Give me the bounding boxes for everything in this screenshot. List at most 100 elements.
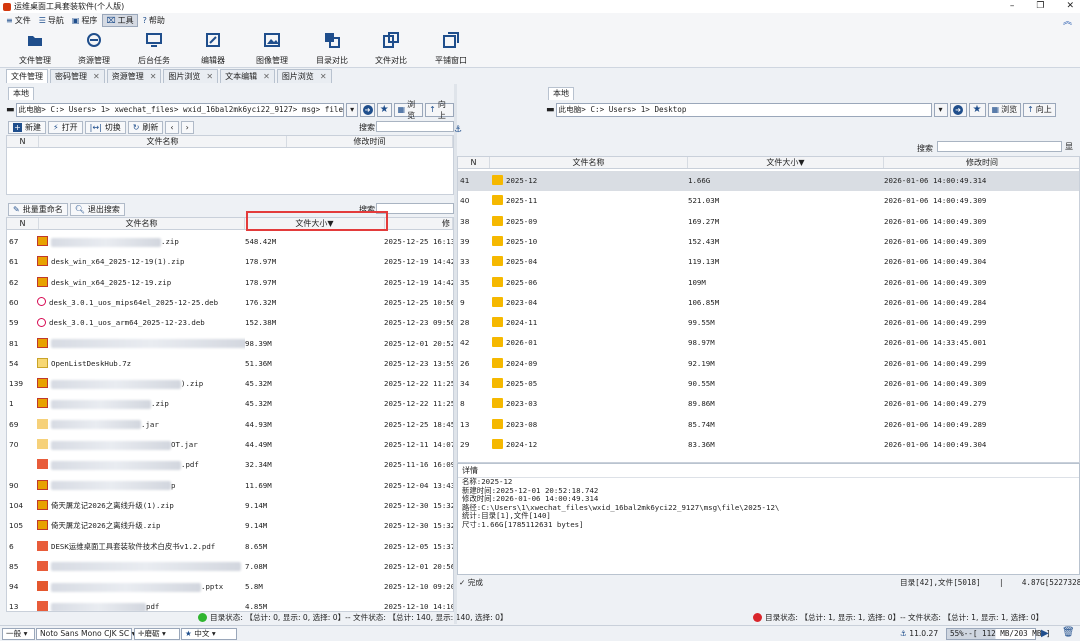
table-row[interactable]: 94 .pptx 5.8M 2025-12-10 09:20:5 [7,577,453,597]
table-row[interactable]: 13 2023-08 85.74M 2026-01-06 14:00:49.289 [458,415,1079,435]
menu-item-3[interactable]: ⌧ 工具 [102,14,138,27]
close-tab-icon[interactable]: ✕ [263,70,270,83]
table-row[interactable]: 42 2026-01 98.97M 2026-01-06 14:33:45.001 [458,333,1079,353]
refresh-button[interactable]: ↻ 刷新 [127,120,164,134]
right-col-n[interactable]: N [458,157,490,168]
right-search-button[interactable]: 显 [1065,141,1073,152]
table-row[interactable]: 104 倚天屠龙记2026之离线升级(1).zip 9.14M 2025-12-30 … [7,496,453,516]
doc-tab-5[interactable]: 图片浏览 ✕ [276,69,332,83]
file-col-n[interactable]: N [7,218,39,229]
favorite-icon[interactable]: ★ [376,102,392,117]
doc-tab-0[interactable]: 文件管理 [6,69,48,83]
table-row[interactable]: 33 2025-04 119.13M 2026-01-06 14:00:49.304 [458,252,1079,272]
ribbon-button-0[interactable]: 文件管理 [5,31,65,66]
table-row[interactable]: 60 desk_3.0.1_uos_mips64el_2025-12-25.deb… [7,293,453,313]
collapse-ribbon-icon[interactable]: ︽ [1063,14,1072,27]
close-tab-icon[interactable]: ✕ [93,70,100,83]
left-dir-search-input[interactable] [376,121,454,132]
favorite-icon[interactable]: ★ [968,102,986,117]
new-button[interactable]: + 新建 [8,120,46,134]
doc-tab-2[interactable]: 资源管理 ✕ [106,69,162,83]
minimize-icon[interactable]: – [1010,0,1015,12]
maximize-icon[interactable]: ❐ [1036,0,1044,12]
right-col-mtime[interactable]: 修改时间 [884,157,1079,168]
forward-button[interactable]: › [180,120,194,134]
ribbon-button-7[interactable]: 平铺窗口 [421,31,481,66]
left-path-field[interactable]: 此电脑> C:> Users> 1> xwechat_files> wxid_1… [15,102,345,117]
language-select[interactable]: ★ 中文 ▾ [181,628,237,640]
ribbon-button-4[interactable]: 图像管理 [242,31,302,66]
right-search-input[interactable] [937,141,1062,152]
dir-col-mtime[interactable]: 修改时间 [287,136,453,147]
path-dropdown-icon[interactable]: ▾ [933,102,948,117]
close-icon[interactable]: ✕ [1066,0,1074,12]
table-row[interactable]: 41 2025-12 1.66G 2026-01-06 14:00:49.314 [458,171,1079,191]
right-col-name[interactable]: 文件名称 [490,157,688,168]
play-icon[interactable]: ▶ [1041,628,1055,640]
table-row[interactable]: 34 2025-05 90.55M 2026-01-06 14:00:49.309 [458,374,1079,394]
right-col-size[interactable]: 文件大小▼ [688,157,884,168]
close-tab-icon[interactable]: ✕ [206,70,213,83]
switch-button[interactable]: |↔| 切换 [84,120,126,134]
table-row[interactable]: 81 98.39M 2025-12-01 20:52:2 [7,334,453,354]
doc-tab-4[interactable]: 文本编辑 ✕ [220,69,275,83]
table-row[interactable]: 67 .zip 548.42M 2025-12-25 16:13:0 [7,232,453,252]
ribbon-button-2[interactable]: 后台任务 [124,31,184,66]
doc-tab-1[interactable]: 密码管理 ✕ [50,69,105,83]
table-row[interactable]: 26 2024-09 92.19M 2026-01-06 14:00:49.299 [458,354,1079,374]
left-browse-button[interactable]: ▦ 浏览 [393,100,424,120]
doc-tab-3[interactable]: 图片浏览 ✕ [163,69,219,83]
table-row[interactable]: 69 .jar 44.93M 2025-12-25 18:45:3 [7,415,453,435]
file-col-name[interactable]: 文件名称 [39,218,245,229]
table-row[interactable]: 139).zip 45.32M 2025-12-22 11:25:3 [7,374,453,394]
back-button[interactable]: ‹ [165,120,179,134]
table-row[interactable]: 54 OpenListDeskHub.7z 51.36M 2025-12-23 13:… [7,354,453,374]
table-row[interactable]: 13 pdf 4.85M 2025-12-10 14:10:3 [7,597,453,611]
trash-icon[interactable]: 🗑︎ [1062,627,1076,641]
table-row[interactable]: 40 2025-11 521.03M 2026-01-06 14:00:49.309 [458,191,1079,211]
right-browse-button[interactable]: ▦ 浏览 [987,102,1022,117]
table-row[interactable]: 39 2025-10 152.43M 2026-01-06 14:00:49.309 [458,232,1079,252]
go-icon[interactable]: ➜ [360,102,375,117]
ribbon-button-3[interactable]: 编辑器 [183,31,243,66]
ribbon-button-6[interactable]: 文件对比 [361,31,421,66]
table-row[interactable]: 90 p 11.69M 2025-12-04 13:43:0 [7,476,453,496]
table-row[interactable]: 8 2023-03 89.86M 2026-01-06 14:00:49.279 [458,394,1079,414]
batch-rename-button[interactable]: ✎ 批量重命名 [8,202,68,216]
menu-item-2[interactable]: ▣ 程序 [69,14,101,27]
menu-item-4[interactable]: ? 帮助 [140,14,168,27]
table-row[interactable]: 35 2025-06 109M 2026-01-06 14:00:49.309 [458,273,1079,293]
path-dropdown-icon[interactable]: ▾ [346,102,359,117]
ribbon-button-1[interactable]: 资源管理 [64,31,124,66]
menu-item-1[interactable]: ☰ 导航 [36,14,67,27]
exit-search-button[interactable]: 🔍︎ 退出搜索 [69,202,125,216]
ribbon-button-5[interactable]: 目录对比 [302,31,362,66]
go-icon[interactable]: ➜ [949,102,967,117]
right-up-button[interactable]: ↑ 向上 [1023,102,1056,117]
table-row[interactable]: 6 DESK运维桌面工具套装软件技术白皮书v1.2.pdf 8.65M 2025-12… [7,537,453,557]
table-row[interactable]: 105 倚天屠龙记2026之离线升级.zip 9.14M 2025-12-30 15:… [7,516,453,536]
left-local-tab[interactable]: 本地 [8,87,34,100]
theme-select[interactable]: ✚磨砺 ▾ [134,628,180,640]
mode-select[interactable]: 一般 ▾ [2,628,35,640]
table-row[interactable]: 61 desk_win_x64_2025-12-19(1).zip 178.97M 2… [7,252,453,272]
right-path-field[interactable]: 此电脑> C:> Users> 1> Desktop [555,102,932,117]
dir-col-n[interactable]: N [7,136,39,147]
menu-item-0[interactable]: ≡ 文件 [3,14,34,27]
table-row[interactable]: 59 desk_3.0.1_uos_arm64_2025-12-23.deb 152… [7,313,453,333]
font-select[interactable]: Noto Sans Mono CJK SC ▾ [36,628,135,640]
table-row[interactable]: 85 7.08M 2025-12-01 20:56:3 [7,557,453,577]
table-row[interactable]: 70 OT.jar 44.49M 2025-12-11 14:07:2 [7,435,453,455]
table-row[interactable]: 1 .zip 45.32M 2025-12-22 11:25:3 [7,394,453,414]
close-tab-icon[interactable]: ✕ [150,70,157,83]
close-tab-icon[interactable]: ✕ [320,70,327,83]
table-row[interactable]: 28 2024-11 99.55M 2026-01-06 14:00:49.299 [458,313,1079,333]
right-local-tab[interactable]: 本地 [548,87,574,100]
file-col-mtime[interactable]: 修 [385,218,453,229]
table-row[interactable]: 62 desk_win_x64_2025-12-19.zip 178.97M 2025… [7,273,453,293]
table-row[interactable]: 9 2023-04 106.85M 2026-01-06 14:00:49.284 [458,293,1079,313]
table-row[interactable]: 29 2024-12 83.36M 2026-01-06 14:00:49.304 [458,435,1079,455]
left-up-button[interactable]: ↑ 向上 [425,100,454,120]
table-row[interactable]: .pdf 32.34M 2025-11-16 16:09:0 [7,455,453,475]
table-row[interactable]: 38 2025-09 169.27M 2026-01-06 14:00:49.309 [458,212,1079,232]
